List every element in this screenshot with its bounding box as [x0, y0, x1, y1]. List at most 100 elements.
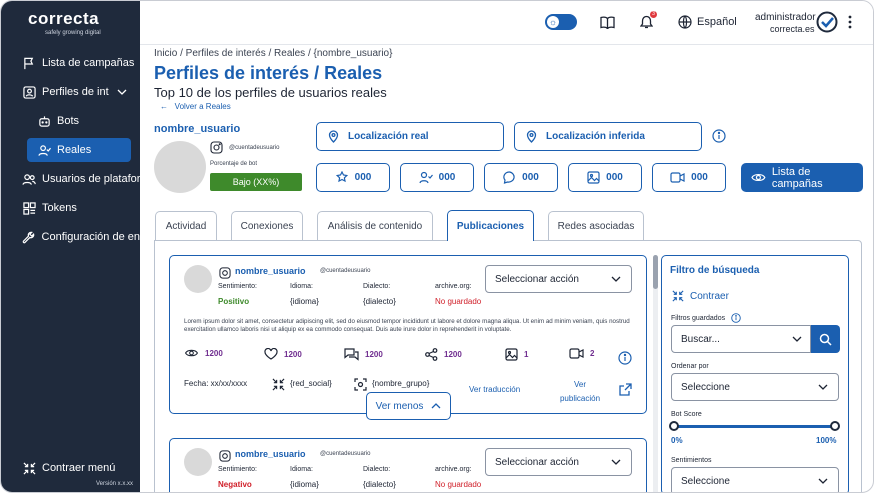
location-real-label: Localización real	[348, 131, 429, 142]
map-pin-icon	[526, 130, 537, 143]
sidebar-item-label: Usuarios de platafor	[42, 173, 140, 185]
collapse-menu-button[interactable]: Contraer menú	[1, 456, 140, 480]
post-date: Fecha: xx/xx/xxxx	[184, 379, 248, 388]
bot-percentage-label: Porcentaje de bot	[210, 161, 258, 167]
arrow-left-icon: ←	[160, 102, 168, 111]
language-value: {idioma}	[290, 297, 319, 306]
sentiments-value: Seleccione	[681, 475, 730, 487]
post-avatar	[184, 448, 212, 476]
info-icon[interactable]	[731, 313, 741, 323]
metric-likes: 1200	[264, 348, 302, 360]
language-selector[interactable]: Español	[697, 16, 737, 28]
campaigns-list-button[interactable]: Lista de campañas	[741, 163, 863, 192]
metric-videos: 2	[569, 348, 594, 359]
sidebar-item-bots[interactable]: Bots	[1, 109, 140, 133]
profile-icon	[22, 85, 36, 99]
metric-value: 1200	[365, 350, 383, 359]
bot-score-min-handle[interactable]	[669, 421, 679, 431]
chevron-down-icon	[117, 86, 127, 98]
user-check-icon	[37, 143, 51, 157]
sidebar-item-profiles[interactable]: Perfiles de int	[1, 80, 140, 104]
breadcrumb: Inicio / Perfiles de interés / Reales / …	[154, 48, 393, 59]
saved-filters-search[interactable]: Buscar...	[671, 325, 811, 353]
metric-value: 2	[590, 349, 595, 358]
user-avatar-logo[interactable]	[816, 11, 838, 33]
metric-views: 1200	[184, 348, 223, 358]
page-subtitle: Top 10 de los perfiles de usuarios reale…	[154, 85, 387, 100]
bot-score-label: Bot Score	[671, 411, 702, 418]
external-link-icon[interactable]	[619, 383, 632, 396]
see-publication-link[interactable]: Ver publicación	[555, 378, 605, 406]
post-card: nombre_usuario @cuentadeusuario Sentimie…	[169, 438, 647, 492]
bot-score-max-value: 100%	[816, 436, 837, 445]
brand-tagline: safely growing digital	[45, 30, 101, 36]
metric-comments: 1200	[344, 348, 383, 361]
scan-group-icon	[354, 378, 367, 391]
sentiments-select[interactable]: Seleccione	[671, 467, 839, 492]
globe-icon[interactable]	[677, 14, 693, 30]
posts-scrollbar-track[interactable]	[653, 255, 658, 492]
action-select[interactable]: Seleccionar acción	[485, 265, 632, 293]
stat-followers[interactable]: 000	[316, 163, 390, 192]
back-link-label: Volver a Reales	[174, 102, 231, 111]
wrench-icon	[22, 230, 36, 244]
notification-badge: 3	[650, 11, 657, 18]
order-by-select[interactable]: Seleccione	[671, 373, 839, 401]
location-real-button[interactable]: Localización real	[316, 122, 504, 151]
video-icon	[670, 172, 685, 183]
sidebar: correcta safely growing digital Lista de…	[1, 1, 140, 492]
metric-images: 1	[505, 348, 528, 361]
post-username[interactable]: nombre_usuario	[235, 449, 306, 459]
location-inferred-button[interactable]: Localización inferida	[514, 122, 702, 151]
sidebar-item-label: Tokens	[42, 202, 77, 214]
location-inferred-label: Localización inferida	[546, 131, 645, 142]
bot-icon	[37, 114, 51, 128]
stat-value: 000	[691, 172, 708, 183]
back-link[interactable]: ← Volver a Reales	[160, 102, 231, 111]
instagram-icon	[219, 266, 231, 284]
bot-percentage-badge: Bajo (XX%)	[210, 173, 302, 191]
language-label: Idioma:	[290, 283, 313, 290]
stat-following[interactable]: 000	[400, 163, 474, 192]
sidebar-item-campaigns[interactable]: Lista de campañas	[1, 51, 140, 75]
page-title: Perfiles de interés / Reales	[154, 63, 383, 83]
tab-analisis-contenido[interactable]: Análisis de contenido	[317, 211, 433, 240]
stat-value: 000	[606, 172, 623, 183]
post-username[interactable]: nombre_usuario	[235, 266, 306, 276]
book-icon[interactable]	[599, 14, 615, 30]
campaigns-list-label: Lista de campañas	[771, 165, 823, 190]
stat-value: 000	[438, 172, 456, 183]
filter-collapse-button[interactable]: Contraer	[672, 290, 729, 302]
sidebar-item-platform-users[interactable]: Usuarios de platafor	[1, 167, 140, 191]
sidebar-item-tokens[interactable]: Tokens	[1, 196, 140, 220]
see-less-button[interactable]: Ver menos	[366, 392, 451, 420]
tab-actividad[interactable]: Actividad	[155, 211, 217, 240]
tab-conexiones[interactable]: Conexiones	[231, 211, 303, 240]
post-card: nombre_usuario @cuentadeusuario Sentimie…	[169, 255, 647, 414]
info-icon[interactable]	[618, 351, 632, 365]
user-name: administrador	[755, 12, 816, 23]
dialect-value: {dialecto}	[363, 297, 396, 306]
sidebar-item-reales[interactable]: Reales	[27, 138, 131, 162]
action-select[interactable]: Seleccionar acción	[485, 448, 632, 476]
search-button[interactable]	[811, 325, 840, 353]
stat-videos[interactable]: 000	[652, 163, 726, 192]
bot-score-slider[interactable]	[674, 425, 835, 428]
archive-value: No guardado	[435, 297, 482, 306]
posts-scrollbar-thumb[interactable]	[653, 255, 658, 289]
sidebar-item-settings[interactable]: Configuración de en	[1, 225, 140, 249]
info-icon[interactable]	[712, 129, 726, 143]
tab-redes-asociadas[interactable]: Redes asociadas	[548, 211, 644, 240]
stat-comments[interactable]: 000	[484, 163, 558, 192]
see-translation-link[interactable]: Ver traducción	[469, 385, 520, 394]
stat-images[interactable]: 000	[568, 163, 642, 192]
users-icon	[22, 172, 36, 186]
flag-icon	[22, 56, 36, 70]
tab-publicaciones[interactable]: Publicaciones	[447, 210, 534, 241]
heart-icon	[264, 348, 278, 360]
theme-toggle[interactable]: ☼	[545, 14, 577, 30]
profile-handle: @cuentadeusuario	[229, 145, 280, 151]
bot-score-max-handle[interactable]	[830, 421, 840, 431]
more-vertical-icon[interactable]	[842, 14, 858, 30]
video-icon	[569, 348, 584, 359]
